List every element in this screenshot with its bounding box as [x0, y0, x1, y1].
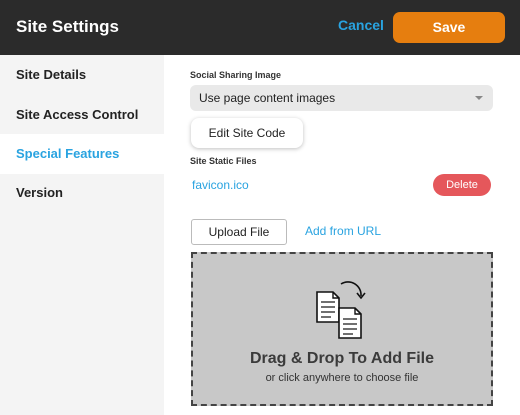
save-button[interactable]: Save [393, 12, 505, 43]
sidebar-item-site-details[interactable]: Site Details [0, 55, 164, 95]
header-bar: Site Settings Cancel Save [0, 0, 520, 55]
delete-file-button[interactable]: Delete [433, 174, 491, 196]
social-sharing-select[interactable]: Use page content images [190, 85, 493, 111]
sidebar-item-site-access-control[interactable]: Site Access Control [0, 95, 164, 135]
document-copy-icon [316, 281, 366, 339]
cancel-button[interactable]: Cancel [338, 17, 384, 33]
static-files-label: Site Static Files [190, 156, 257, 166]
sidebar-item-special-features[interactable]: Special Features [0, 134, 164, 174]
add-from-url-link[interactable]: Add from URL [305, 224, 381, 238]
edit-site-code-button[interactable]: Edit Site Code [191, 118, 303, 148]
sidebar-item-version[interactable]: Version [0, 173, 164, 213]
sidebar: Site Details Site Access Control Special… [0, 55, 164, 415]
dropzone-title: Drag & Drop To Add File [250, 350, 434, 367]
page-title: Site Settings [16, 17, 119, 36]
upload-file-button[interactable]: Upload File [191, 219, 287, 245]
chevron-down-icon [475, 96, 483, 100]
file-dropzone[interactable]: Drag & Drop To Add File or click anywher… [191, 252, 493, 406]
file-link-favicon[interactable]: favicon.ico [192, 178, 249, 192]
social-sharing-label: Social Sharing Image [190, 70, 282, 80]
social-sharing-value: Use page content images [199, 91, 336, 105]
dropzone-subtitle: or click anywhere to choose file [265, 372, 419, 384]
